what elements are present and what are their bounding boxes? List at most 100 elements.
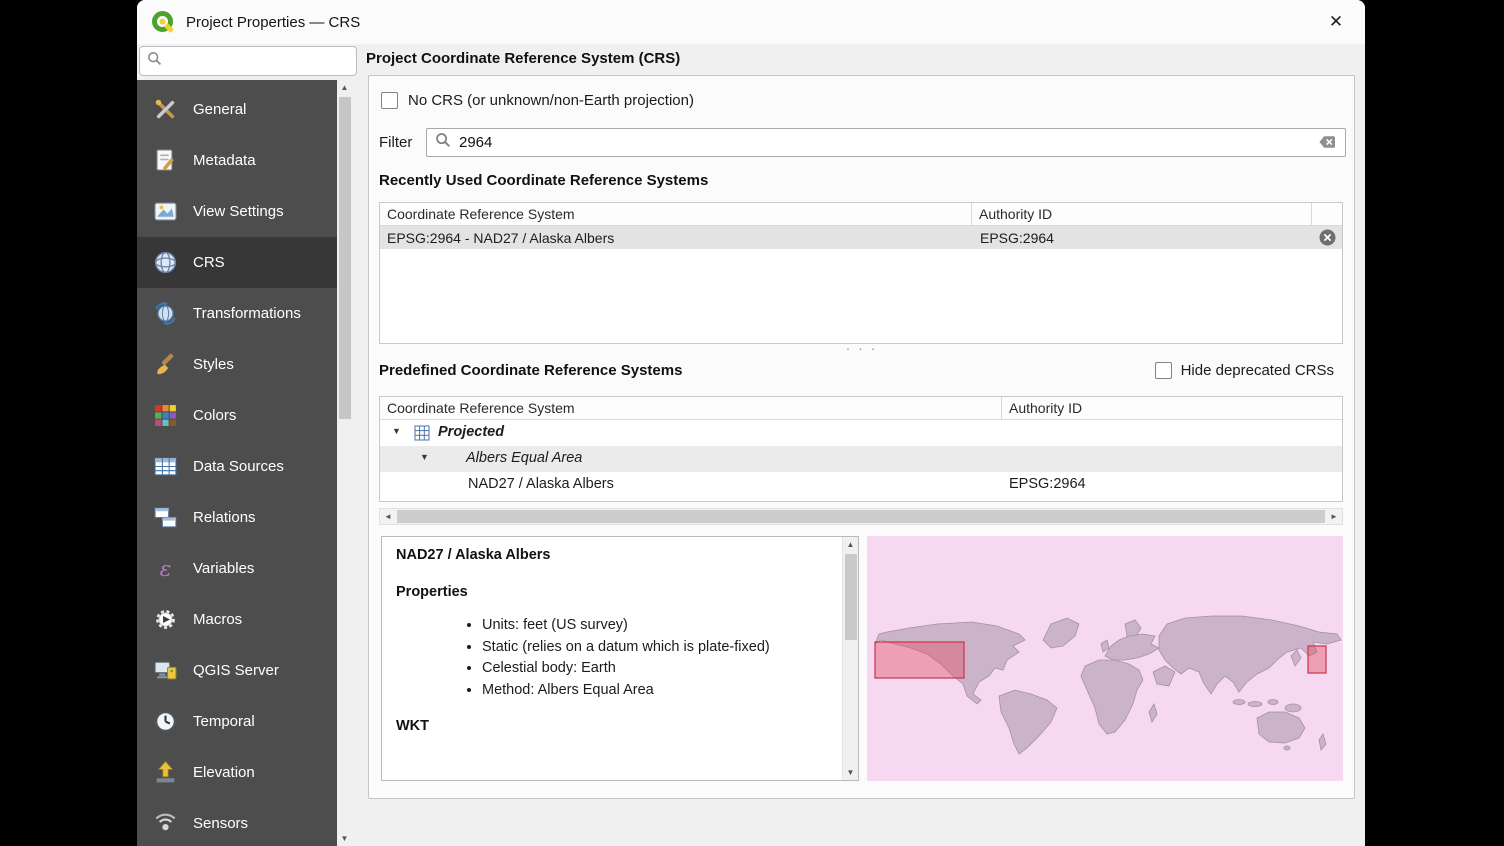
properties-heading: Properties (396, 584, 842, 600)
titlebar: Project Properties — CRS ✕ (137, 0, 1365, 44)
sidebar-item-view-settings[interactable]: View Settings (137, 186, 337, 237)
sidebar-item-general[interactable]: General (137, 84, 337, 135)
tree-crs-row[interactable]: NAD27 / Alaska Albers EPSG:2964 (380, 472, 1342, 498)
wkt-heading: WKT (396, 718, 842, 734)
sidebar-item-data-sources[interactable]: Data Sources (137, 441, 337, 492)
sidebar-item-variables[interactable]: ε Variables (137, 543, 337, 594)
column-header-crs[interactable]: Coordinate Reference System (380, 203, 972, 225)
filter-label: Filter (379, 134, 426, 151)
svg-text:ε: ε (159, 557, 171, 581)
sidebar-item-elevation[interactable]: Elevation (137, 747, 337, 798)
page-title: Project Coordinate Reference System (CRS… (366, 50, 680, 67)
filter-field (426, 128, 1346, 157)
predefined-header-row: Predefined Coordinate Reference Systems … (369, 362, 1354, 382)
scroll-right-icon[interactable]: ► (1326, 509, 1342, 524)
hide-deprecated-checkbox[interactable] (1155, 362, 1172, 379)
general-icon (152, 97, 178, 123)
predefined-crs-title: Predefined Coordinate Reference Systems (379, 362, 682, 379)
sidebar-item-temporal[interactable]: Temporal (137, 696, 337, 747)
hide-deprecated-option: Hide deprecated CRSs (1155, 362, 1334, 379)
sidebar-item-macros[interactable]: Macros (137, 594, 337, 645)
metadata-icon (152, 148, 178, 174)
horizontal-scrollbar-thumb[interactable] (397, 510, 1325, 523)
filter-input[interactable] (459, 134, 1310, 151)
column-header-authority[interactable]: Authority ID (1002, 397, 1342, 419)
search-icon (147, 51, 162, 71)
sidebar-item-label: Colors (193, 407, 236, 424)
colors-icon (152, 403, 178, 429)
no-crs-checkbox[interactable] (381, 92, 398, 109)
sidebar-item-label: Variables (193, 560, 254, 577)
tree-subgroup-label: Albers Equal Area (466, 450, 582, 466)
column-header-crs[interactable]: Coordinate Reference System (380, 397, 1002, 419)
sidebar-item-qgis-server[interactable]: QGIS Server (137, 645, 337, 696)
crs-details-content: NAD27 / Alaska Albers Properties Units: … (382, 537, 842, 780)
sidebar-item-styles[interactable]: Styles (137, 339, 337, 390)
tree-group-projected[interactable]: ▼ Projected (380, 420, 1342, 446)
column-header-blank (1312, 203, 1342, 225)
close-icon[interactable]: ✕ (1321, 7, 1351, 37)
scroll-left-icon[interactable]: ◄ (380, 509, 396, 524)
sidebar-item-label: CRS (193, 254, 225, 271)
search-icon (435, 132, 451, 153)
scroll-down-icon[interactable]: ▼ (843, 765, 858, 780)
scroll-up-icon[interactable]: ▲ (337, 80, 352, 95)
wkt-code: PROJCRS["NAD27 / Alaska Albers", BASEGEO… (396, 739, 842, 780)
hide-deprecated-label: Hide deprecated CRSs (1181, 362, 1334, 379)
recent-table-header: Coordinate Reference System Authority ID (380, 203, 1342, 226)
recent-crs-row[interactable]: EPSG:2964 - NAD27 / Alaska Albers EPSG:2… (380, 226, 1342, 249)
sidebar-item-sensors[interactable]: Sensors (137, 798, 337, 846)
view-settings-icon (152, 199, 178, 225)
sidebar-item-colors[interactable]: Colors (137, 390, 337, 441)
details-scrollbar-thumb[interactable] (845, 554, 857, 640)
window-title: Project Properties — CRS (186, 14, 360, 31)
sidebar-item-label: QGIS Server (193, 662, 279, 679)
recent-crs-title: Recently Used Coordinate Reference Syste… (379, 172, 708, 189)
sidebar-item-metadata[interactable]: Metadata (137, 135, 337, 186)
property-item: Method: Albers Equal Area (482, 680, 842, 702)
remove-crs-icon[interactable] (1319, 229, 1336, 246)
chevron-down-icon[interactable]: ▼ (420, 452, 429, 462)
elevation-icon (152, 760, 178, 786)
tree-crs-name: NAD27 / Alaska Albers (468, 476, 614, 492)
sidebar-item-label: Data Sources (193, 458, 284, 475)
sidebar-search-input[interactable] (168, 53, 349, 69)
tree-group-label: Projected (438, 424, 504, 440)
projected-grid-icon (414, 425, 430, 441)
crs-settings-frame: No CRS (or unknown/non-Earth projection)… (368, 75, 1355, 799)
sidebar-item-label: Relations (193, 509, 256, 526)
tree-subgroup-albers[interactable]: ▼ Albers Equal Area (380, 446, 1342, 472)
sidebar-item-label: Transformations (193, 305, 301, 322)
properties-list: Units: feet (US survey) Static (relies o… (396, 615, 842, 701)
sidebar-scrollbar-thumb[interactable] (339, 97, 351, 419)
property-item: Static (relies on a datum which is plate… (482, 637, 842, 659)
sidebar-scrollbar[interactable]: ▲ ▼ (337, 80, 352, 846)
data-sources-icon (152, 454, 178, 480)
property-item: Celestial body: Earth (482, 658, 842, 680)
column-header-authority[interactable]: Authority ID (972, 203, 1312, 225)
recent-crs-table: Coordinate Reference System Authority ID… (379, 202, 1343, 344)
crs-extent-map (867, 536, 1343, 781)
temporal-icon (152, 709, 178, 735)
filter-row: Filter (379, 127, 1346, 157)
qgis-logo-icon (151, 10, 175, 34)
details-scrollbar[interactable]: ▲ ▼ (842, 537, 858, 780)
sidebar-search (139, 46, 357, 76)
clear-filter-icon[interactable] (1318, 134, 1337, 150)
crs-icon (152, 250, 178, 276)
sidebar-item-crs[interactable]: CRS (137, 237, 337, 288)
sensors-icon (152, 811, 178, 837)
sidebar-item-transformations[interactable]: Transformations (137, 288, 337, 339)
chevron-down-icon[interactable]: ▼ (392, 426, 401, 436)
world-map (867, 536, 1343, 781)
wkt-line: PROJCRS["NAD27 / Alaska Albers", (431, 777, 842, 780)
no-crs-option: No CRS (or unknown/non-Earth projection) (381, 92, 694, 109)
predefined-table-header: Coordinate Reference System Authority ID (380, 397, 1342, 420)
scroll-up-icon[interactable]: ▲ (843, 537, 858, 552)
main-panel: Project Coordinate Reference System (CRS… (352, 44, 1365, 846)
crs-details-panel: NAD27 / Alaska Albers Properties Units: … (381, 536, 859, 781)
sidebar-item-relations[interactable]: Relations (137, 492, 337, 543)
splitter-handle-icon[interactable]: · · · (369, 343, 1354, 355)
scroll-down-icon[interactable]: ▼ (337, 831, 352, 846)
horizontal-scrollbar[interactable]: ◄ ► (379, 508, 1343, 525)
